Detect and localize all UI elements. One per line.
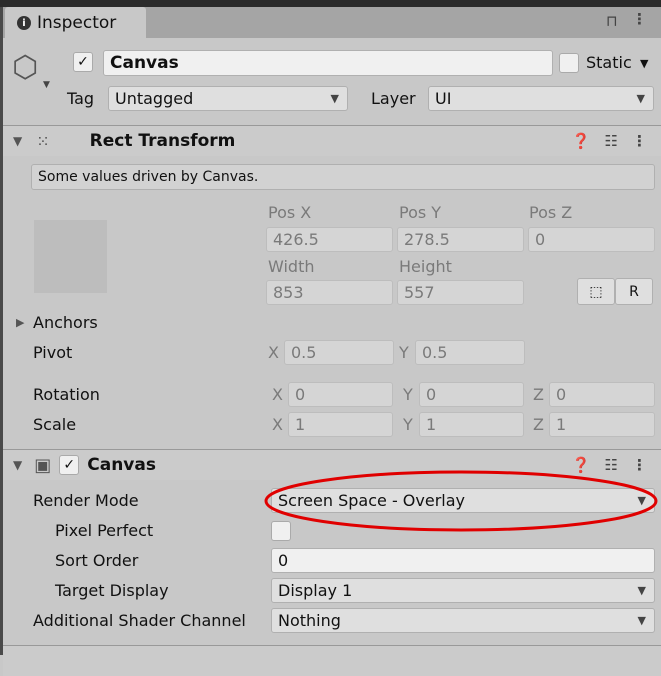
component-menu-icon[interactable]: ⋮ <box>632 132 647 150</box>
canvas-icon: ▣ <box>34 454 52 476</box>
height-label: Height <box>399 257 452 276</box>
anchor-presets-button[interactable] <box>34 220 107 293</box>
shader-channel-value: Nothing <box>278 611 341 630</box>
anchors-foldout-icon[interactable]: ▶ <box>16 316 24 329</box>
static-checkbox[interactable] <box>559 53 579 73</box>
scale-y-label: Y <box>403 415 413 434</box>
pivot-x-field[interactable]: 0.5 <box>284 340 394 365</box>
layer-label: Layer <box>371 89 416 108</box>
scale-x-label: X <box>272 415 283 434</box>
foldout-icon[interactable]: ▼ <box>13 458 22 472</box>
tag-label: Tag <box>67 89 95 108</box>
shader-channel-label: Additional Shader Channel <box>33 611 246 630</box>
pivot-y-field[interactable]: 0.5 <box>415 340 525 365</box>
scale-z-label: Z <box>533 415 544 434</box>
object-name-input[interactable]: Canvas <box>103 50 553 76</box>
rect-transform-icon: ⁙ <box>36 131 50 151</box>
lock-icon[interactable]: ⊓ <box>606 12 618 30</box>
layer-value: UI <box>435 89 452 108</box>
pivot-label: Pivot <box>33 343 73 362</box>
tag-value: Untagged <box>115 89 194 108</box>
driven-note: Some values driven by Canvas. <box>31 164 655 190</box>
pixel-perfect-checkbox[interactable] <box>271 521 291 541</box>
scale-label: Scale <box>33 415 77 434</box>
pos-x-field[interactable]: 426.5 <box>266 227 393 252</box>
component-title: Rect Transform <box>89 131 236 151</box>
blueprint-mode-button[interactable]: ⬚ <box>577 278 615 305</box>
icon-dropdown-icon[interactable]: ▼ <box>43 80 50 90</box>
render-mode-label: Render Mode <box>33 491 139 510</box>
rect-transform-header[interactable]: ▼ ⁙ Rect Transform ❓ ☷ ⋮ <box>3 125 661 156</box>
sort-order-input[interactable]: 0 <box>271 548 655 573</box>
tag-dropdown[interactable]: Untagged <box>108 86 348 111</box>
rot-z-field[interactable]: 0 <box>549 382 655 407</box>
height-field[interactable]: 557 <box>397 280 524 305</box>
pos-x-label: Pos X <box>268 203 312 222</box>
pos-z-field[interactable]: 0 <box>528 227 655 252</box>
scale-x-field[interactable]: 1 <box>288 412 393 437</box>
pivot-x-label: X <box>268 343 279 362</box>
anchors-label[interactable]: Anchors <box>33 313 98 332</box>
top-strip <box>0 0 661 7</box>
rot-y-field[interactable]: 0 <box>419 382 524 407</box>
help-icon[interactable]: ❓ <box>572 132 591 150</box>
next-component-header[interactable] <box>3 645 661 676</box>
more-menu-icon[interactable]: ⋮ <box>632 10 647 28</box>
pivot-y-label: Y <box>399 343 409 362</box>
rotation-label: Rotation <box>33 385 100 404</box>
presets-icon[interactable]: ☷ <box>605 132 618 150</box>
pos-y-label: Pos Y <box>399 203 442 222</box>
target-display-label: Target Display <box>55 581 169 600</box>
static-label: Static <box>586 53 632 72</box>
layer-dropdown[interactable]: UI <box>428 86 654 111</box>
target-display-value: Display 1 <box>278 581 353 600</box>
tab-inspector[interactable]: i Inspector <box>5 7 146 39</box>
canvas-enabled-checkbox[interactable]: ✓ <box>59 455 80 475</box>
scale-z-field[interactable]: 1 <box>549 412 655 437</box>
sort-order-label: Sort Order <box>55 551 139 570</box>
rot-x-label: X <box>272 385 283 404</box>
rot-x-field[interactable]: 0 <box>288 382 393 407</box>
highlight-ellipse <box>264 470 658 532</box>
active-checkbox[interactable]: ✓ <box>73 52 93 72</box>
target-display-dropdown[interactable]: Display 1 <box>271 578 655 603</box>
component-title: Canvas <box>87 455 156 475</box>
gameobject-cube-icon[interactable]: ⬡ <box>12 50 38 85</box>
static-dropdown-icon[interactable]: ▼ <box>640 57 648 70</box>
dotted-rect-icon: ⬚ <box>589 283 603 300</box>
width-label: Width <box>268 257 315 276</box>
pos-z-label: Pos Z <box>529 203 573 222</box>
pos-y-field[interactable]: 278.5 <box>397 227 524 252</box>
pixel-perfect-label: Pixel Perfect <box>55 521 154 540</box>
rot-y-label: Y <box>403 385 413 404</box>
foldout-icon[interactable]: ▼ <box>13 134 22 148</box>
panel-border <box>0 7 3 655</box>
shader-channel-dropdown[interactable]: Nothing <box>271 608 655 633</box>
rot-z-label: Z <box>533 385 544 404</box>
width-field[interactable]: 853 <box>266 280 393 305</box>
scale-y-field[interactable]: 1 <box>419 412 524 437</box>
info-icon: i <box>17 16 31 30</box>
raw-edit-button[interactable]: R <box>615 278 653 305</box>
